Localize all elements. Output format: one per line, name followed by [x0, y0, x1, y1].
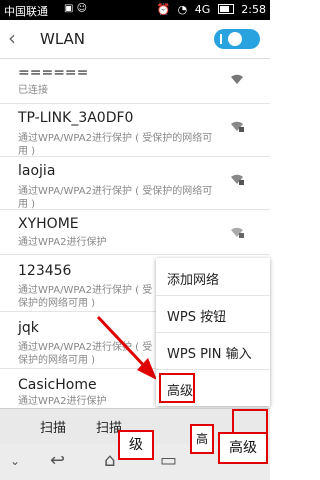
menu-item-wps-button[interactable]: WPS 按钮 [156, 295, 270, 333]
chevron-down-icon[interactable]: ⌄ [10, 454, 20, 468]
callout-text: 高级 [229, 440, 257, 456]
recent-apps-icon[interactable]: ▭ [160, 450, 177, 471]
callout-box-left: 级 [118, 430, 154, 460]
back-icon[interactable]: ↩ [50, 450, 65, 471]
menu-item-advanced[interactable]: 高级 [156, 369, 270, 406]
scan-button[interactable]: 扫描 [40, 417, 66, 436]
menu-item-add-network[interactable]: 添加网络 [156, 258, 270, 296]
callout-box-right: 高级 [218, 432, 268, 464]
menu-item-label: WPS PIN 输入 [167, 347, 252, 362]
menu-item-wps-pin[interactable]: WPS PIN 输入 [156, 332, 270, 370]
callout-text: 高 [195, 432, 208, 446]
highlight-box [159, 373, 195, 403]
menu-item-label: 添加网络 [167, 273, 220, 288]
menu-item-label: WPS 按钮 [167, 310, 227, 325]
home-icon[interactable]: ⌂ [104, 450, 115, 471]
callout-text: 级 [129, 437, 143, 453]
overflow-menu: 添加网络 WPS 按钮 WPS PIN 输入 高级 [156, 258, 270, 406]
callout-box-middle: 高 [190, 424, 214, 454]
